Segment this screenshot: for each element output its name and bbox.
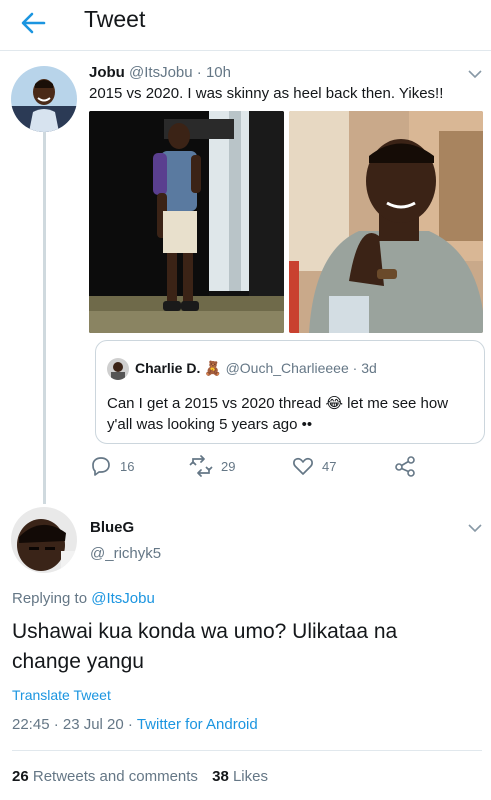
tweet-actions: 16 29 47 [90,455,420,481]
replying-to-line: Replying to @ItsJobu [12,590,155,607]
replying-to-handle[interactable]: @ItsJobu [91,590,155,607]
original-tweet-header: Jobu @ItsJobu · 10h [89,64,231,81]
divider [12,750,482,751]
share-action[interactable] [394,455,416,477]
quoted-tweet-header: Charlie D. 🧸 @Ouch_Charlieeee · 3d [135,360,377,377]
likes-stat[interactable]: 38 Likes [212,768,268,785]
quoted-tweet-text-line2: y'all was looking 5 years ago •• [107,416,313,433]
quoted-author-handle: @Ouch_Charlieeee [225,360,349,376]
quoted-tweet-time: · 3d [352,360,377,376]
chevron-down-icon[interactable] [467,520,483,536]
quoted-tweet-text-line1: Can I get a 2015 vs 2020 thread 😂 let me… [107,395,449,412]
back-arrow-icon[interactable] [18,8,48,38]
likes-label: Likes [232,768,268,785]
translate-tweet-link[interactable]: Translate Tweet [12,687,111,703]
engagement-stats: 26 Retweets and comments 38 Likes [12,768,268,785]
tweet-photo-2020[interactable] [289,111,483,333]
reply-count: 16 [120,458,135,474]
retweets-label: Retweets and comments [32,768,198,785]
author-name[interactable]: Jobu [89,64,125,81]
tweet-time: · 10h [196,64,231,81]
tweet-text: 2015 vs 2020. I was skinny as heel back … [89,85,444,102]
like-count: 47 [322,458,337,474]
thread-connector-line [43,132,46,504]
chevron-down-icon[interactable] [467,66,483,82]
avatar-blueg[interactable] [11,507,77,573]
tweet-photo-2015[interactable] [89,111,284,333]
share-icon [395,456,415,477]
top-app-bar: Tweet [0,0,491,51]
likes-count: 38 [212,768,229,785]
reply-icon [92,457,110,476]
teddy-bear-emoji: 🧸 [204,360,222,376]
retweet-count: 29 [221,458,236,474]
like-action[interactable]: 47 [292,455,336,477]
retweet-icon [189,455,213,477]
reply-author-handle[interactable]: @_richyk5 [90,545,161,562]
reply-text-line2: change yangu [12,650,144,673]
reply-text: Ushawai kua konda wa umo? Ulikataa na ch… [12,617,397,677]
tweet-timestamp-line: 22:45 · 23 Jul 20 · Twitter for Android [12,716,258,733]
avatar-jobu[interactable] [11,66,77,132]
quoted-author-name: Charlie D. [135,360,201,376]
retweets-stat[interactable]: 26 Retweets and comments [12,768,202,785]
heart-icon [293,457,313,475]
reply-text-line1: Ushawai kua konda wa umo? Ulikataa na [12,620,398,643]
tweet-timestamp: 22:45 · 23 Jul 20 · [12,716,133,733]
page-title: Tweet [84,6,146,32]
avatar-charlie[interactable] [107,358,129,380]
retweet-action[interactable]: 29 [189,455,235,477]
replying-to-label: Replying to [12,590,88,607]
reply-action[interactable]: 16 [90,455,134,477]
tweet-source-link[interactable]: Twitter for Android [137,716,258,733]
author-handle[interactable]: @ItsJobu [129,64,193,81]
retweets-count: 26 [12,768,29,785]
quoted-tweet-card[interactable]: Charlie D. 🧸 @Ouch_Charlieeee · 3d Can I… [95,340,485,444]
reply-author-name[interactable]: BlueG [90,519,134,536]
